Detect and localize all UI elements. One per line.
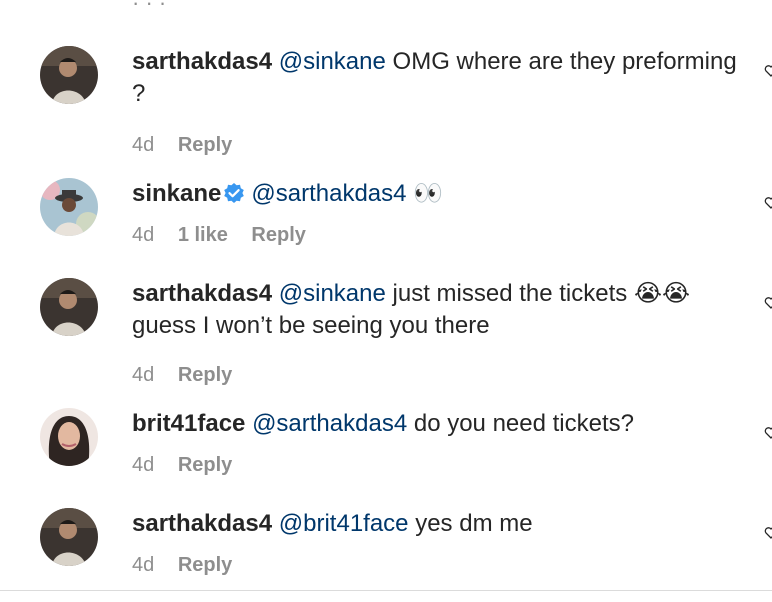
avatar[interactable]	[40, 46, 98, 104]
avatar[interactable]	[40, 508, 98, 566]
comment-username[interactable]: sinkane	[132, 180, 221, 207]
comment-content: sarthakdas4 @sinkane OMG where are they …	[132, 46, 742, 157]
comment-age[interactable]: 4d	[132, 554, 154, 576]
avatar-photo-icon	[40, 46, 98, 104]
comment-body: 👀	[406, 180, 444, 207]
comment-username[interactable]: sarthakdas4	[132, 48, 272, 75]
comment-meta: 4d 1 like Reply	[132, 224, 742, 247]
reply-button[interactable]: Reply	[178, 554, 232, 576]
reply-button[interactable]: Reply	[251, 224, 305, 246]
like-button[interactable]	[764, 526, 772, 540]
reply-button[interactable]: Reply	[178, 454, 232, 476]
heart-icon	[764, 427, 772, 439]
divider	[0, 590, 772, 591]
like-button[interactable]	[764, 196, 772, 210]
heart-icon	[764, 527, 772, 539]
avatar-photo-icon	[40, 408, 98, 466]
comment-content: sarthakdas4 @brit41face yes dm me 4d Rep…	[132, 508, 742, 577]
comment-text: brit41face @sarthakdas4 do you need tick…	[132, 408, 742, 440]
like-button[interactable]	[764, 64, 772, 78]
comment-mention[interactable]: @sinkane	[279, 48, 386, 75]
verified-badge-icon	[224, 183, 245, 203]
comment-text: sarthakdas4 @brit41face yes dm me	[132, 508, 742, 540]
comment-text: sinkane @sarthakdas4 👀	[132, 178, 742, 210]
comment-meta: 4d Reply	[132, 454, 742, 477]
comment-username[interactable]: brit41face	[132, 410, 245, 437]
avatar-photo-icon	[40, 278, 98, 336]
comment-content: sinkane @sarthakdas4 👀 4d 1 like Reply	[132, 178, 742, 247]
comment-body: do you need tickets?	[407, 410, 634, 437]
avatar-photo-icon	[40, 508, 98, 566]
like-button[interactable]	[764, 296, 772, 310]
comment-meta: 4d Reply	[132, 134, 742, 157]
comment-mention[interactable]: @sarthakdas4	[251, 180, 406, 207]
reply-button[interactable]: Reply	[178, 364, 232, 386]
comment-username[interactable]: sarthakdas4	[132, 510, 272, 537]
avatar-photo-icon	[40, 178, 98, 236]
like-button[interactable]	[764, 426, 772, 440]
comment-mention[interactable]: @brit41face	[279, 510, 409, 537]
avatar[interactable]	[40, 278, 98, 336]
comment-text: sarthakdas4 @sinkane just missed the tic…	[132, 278, 742, 342]
comment-text: sarthakdas4 @sinkane OMG where are they …	[132, 46, 742, 110]
comment-age[interactable]: 4d	[132, 224, 154, 246]
comment-content: sarthakdas4 @sinkane just missed the tic…	[132, 278, 742, 387]
cropped-previous-comment: · · ·	[132, 0, 167, 15]
likes-count-button[interactable]: 1 like	[178, 224, 228, 246]
heart-icon	[764, 197, 772, 209]
comment-mention[interactable]: @sinkane	[279, 280, 386, 307]
comment-meta: 4d Reply	[132, 364, 742, 387]
comment-age[interactable]: 4d	[132, 364, 154, 386]
comment-meta: 4d Reply	[132, 554, 742, 577]
comment-content: brit41face @sarthakdas4 do you need tick…	[132, 408, 742, 477]
avatar[interactable]	[40, 178, 98, 236]
avatar[interactable]	[40, 408, 98, 466]
comment-body: yes dm me	[408, 510, 533, 537]
comment-age[interactable]: 4d	[132, 134, 154, 156]
comment-age[interactable]: 4d	[132, 454, 154, 476]
comment-mention[interactable]: @sarthakdas4	[252, 410, 407, 437]
comment-username[interactable]: sarthakdas4	[132, 280, 272, 307]
heart-icon	[764, 297, 772, 309]
heart-icon	[764, 65, 772, 77]
reply-button[interactable]: Reply	[178, 134, 232, 156]
